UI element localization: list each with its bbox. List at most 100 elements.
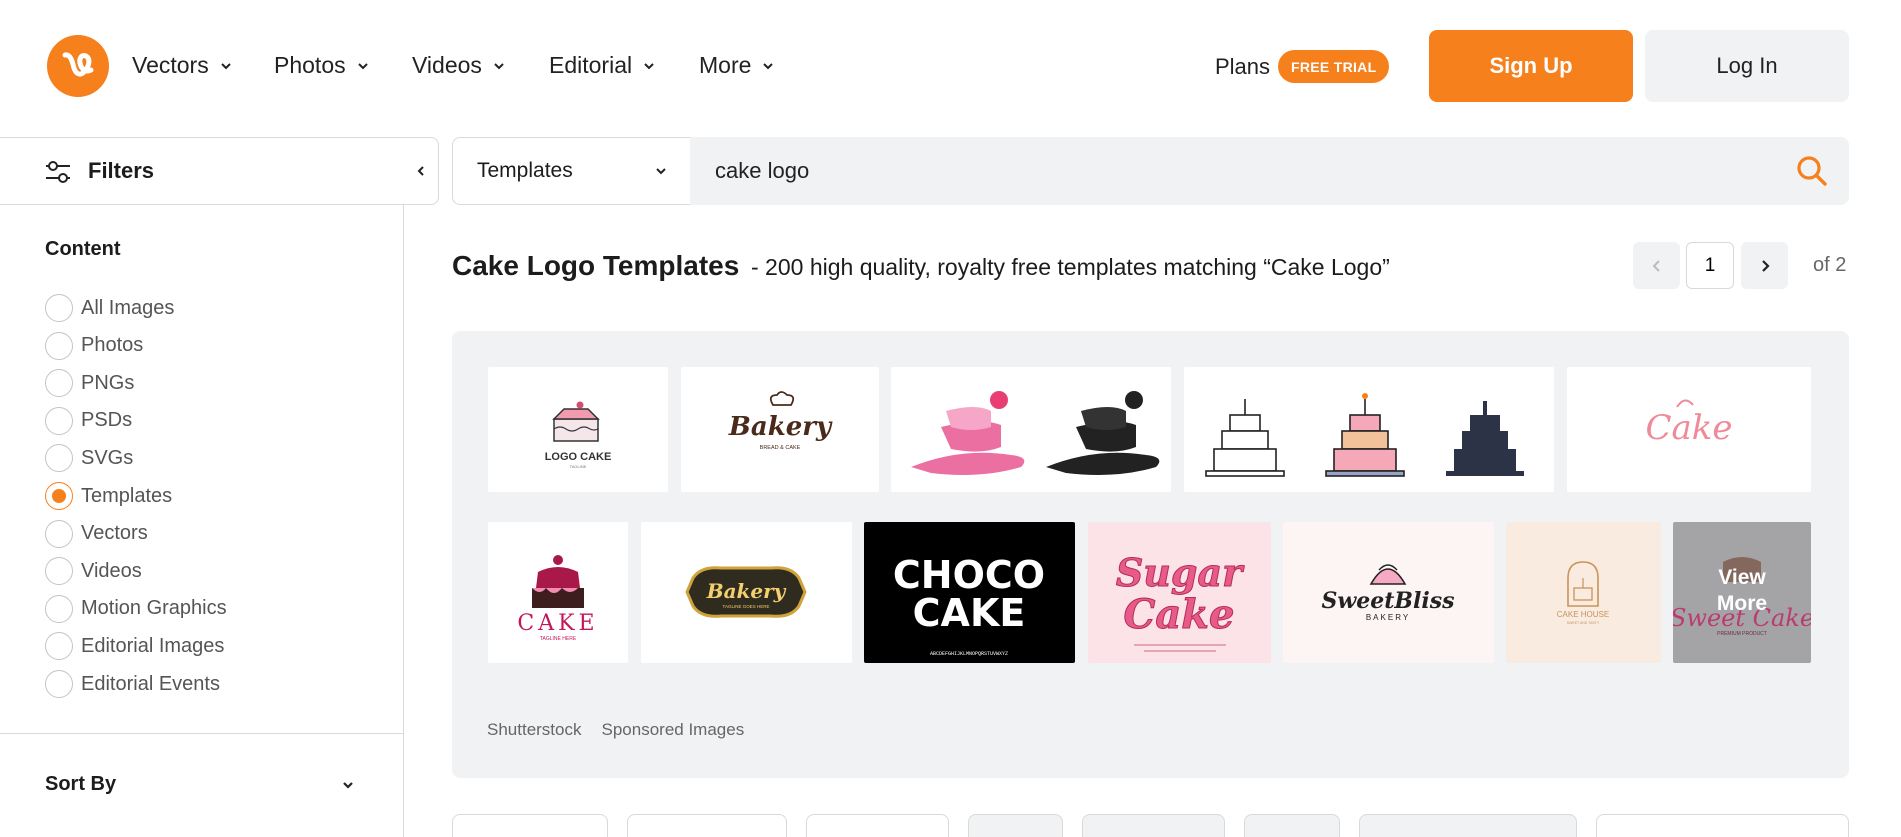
radio-button[interactable] [45,670,73,698]
plans-link[interactable]: Plans [1215,54,1270,80]
radio-button[interactable] [45,444,73,473]
radio-button[interactable] [45,557,73,586]
radio-button[interactable] [45,632,73,661]
sugar-line-2: Cake [1124,591,1235,638]
filters-sliders-icon [46,161,70,183]
view-more-tile[interactable]: Sweet Cake PREMIUM PRODUCT View More [1673,522,1811,663]
result-card[interactable] [1359,814,1577,837]
sweet-bliss-text: SweetBliss [1321,588,1454,614]
vecteezy-v-icon [62,52,94,77]
result-card[interactable] [806,814,949,837]
sort-by-toggle[interactable]: Sort By [45,773,355,796]
chevron-down-icon [656,168,666,175]
results-title: Cake Logo Templates [452,250,740,281]
cake-slice-logo-image: LOGO CAKE TAGLINE [545,401,612,469]
content-filter-label: Photos [81,334,144,357]
content-filter-option[interactable]: All Images [45,294,174,322]
result-card[interactable] [1596,814,1849,837]
content-filter-option[interactable]: Photos [45,331,144,360]
content-filter-option[interactable]: SVGs [45,444,133,473]
cake-serif-text: CAKE [517,611,598,636]
nav-videos[interactable]: Videos [412,52,506,79]
result-card[interactable] [452,814,608,837]
chevron-down-icon [357,62,368,69]
chevron-left-icon [417,166,424,176]
content-filter-label: PSDs [81,409,133,432]
next-page-button[interactable] [1741,242,1788,289]
nav-photos[interactable]: Photos [274,52,370,79]
page-number-input[interactable] [1686,242,1734,289]
content-filter-label: Editorial Events [81,672,220,695]
result-card[interactable] [968,814,1063,837]
radio-button[interactable] [45,482,73,510]
log-in-button[interactable]: Log In [1645,30,1849,102]
search-type-select[interactable]: Templates [452,137,691,205]
sponsored-tile-logo-cake[interactable]: LOGO CAKE TAGLINE [488,367,668,492]
result-card[interactable] [1244,814,1340,837]
filters-header[interactable]: Filters [0,137,404,205]
nav-editorial[interactable]: Editorial [549,52,656,79]
cake-house-logo-image: CAKE HOUSE SWEET AND TASTY [1557,561,1609,625]
sponsored-tile-tiered-cakes[interactable] [1184,367,1554,492]
content-filter-option[interactable]: Editorial Events [45,670,220,698]
search-input[interactable] [690,137,1849,205]
search-icon[interactable] [1796,155,1828,187]
sign-up-button[interactable]: Sign Up [1429,30,1633,102]
sidebar-divider [0,733,404,734]
result-card[interactable] [1082,814,1225,837]
content-filter-option[interactable]: Editorial Images [45,632,225,661]
content-filter-option[interactable]: Vectors [45,519,148,548]
sugar-cake-font-image: Sugar Cake [1115,550,1246,652]
content-filter-option[interactable]: Motion Graphics [45,594,227,623]
nav-more[interactable]: More [699,52,775,79]
content-filter-option[interactable]: PNGs [45,369,135,398]
content-filter-label: PNGs [81,371,135,394]
choco-cake-font-image: CHOCO CAKE ABCDEFGHIJKLMNOPQRSTUVWXYZ [893,553,1045,657]
content-filter-option[interactable]: Videos [45,557,142,586]
logo-cake-text: LOGO CAKE [545,451,612,463]
results-subtitle: - 200 high quality, royalty free templat… [751,254,1390,280]
radio-button[interactable] [45,294,73,322]
chevron-down-icon [494,62,504,69]
cake-house-text: CAKE HOUSE [1557,610,1609,619]
nav-more-label: More [699,52,752,78]
bakery-logo-image: Bakery BREAD & CAKE [728,391,833,451]
sponsored-tile-cake-script[interactable]: Cake [1567,367,1811,492]
sponsored-tile-cake-silhouettes[interactable] [891,367,1171,492]
radio-button[interactable] [45,519,73,548]
collapse-sidebar-button[interactable] [403,137,439,205]
sponsored-tile-cake-house[interactable]: CAKE HOUSE SWEET AND TASTY [1506,522,1661,663]
radio-button[interactable] [45,594,73,623]
sweet-bliss-tagline: BAKERY [1366,613,1410,622]
sponsored-tile-bakery[interactable]: Bakery BREAD & CAKE [681,367,879,492]
content-filter-option[interactable]: PSDs [45,406,133,435]
chevron-right-icon [1761,259,1770,272]
sponsored-tile-cake-serif[interactable]: CAKE TAGLINE HERE [488,522,628,663]
search-type-label: Templates [477,159,573,182]
content-filter-label: Templates [81,484,173,507]
sponsored-tile-sugar-cake[interactable]: Sugar Cake [1088,522,1271,663]
bakery-text: Bakery [728,412,833,442]
radio-button[interactable] [45,406,73,435]
choco-alphabet: ABCDEFGHIJKLMNOPQRSTUVWXYZ [930,651,1008,657]
radio-button[interactable] [45,369,73,398]
content-filter-option[interactable]: Templates [45,482,172,510]
nav-photos-label: Photos [274,52,346,78]
sponsored-tile-choco-cake[interactable]: CHOCO CAKE ABCDEFGHIJKLMNOPQRSTUVWXYZ [864,522,1075,663]
chevron-down-icon [343,781,353,789]
content-filter-label: Videos [81,559,142,582]
sort-by-label: Sort By [45,773,117,795]
free-trial-badge[interactable]: FREE TRIAL [1278,50,1390,83]
cake-house-tagline: SWEET AND TASTY [1567,621,1600,625]
sponsored-tile-sweet-bliss[interactable]: SweetBliss BAKERY [1283,522,1494,663]
site-header: Vectors Photos Videos Editorial More Pla… [0,0,1901,137]
result-card[interactable] [627,814,787,837]
prev-page-button[interactable] [1633,242,1680,289]
radio-button[interactable] [45,331,73,360]
sponsored-tile-bakery-badge[interactable]: Bakery TAGLINE GOES HERE [641,522,852,663]
cake-serif-tagline: TAGLINE HERE [540,636,577,642]
nav-vectors[interactable]: Vectors [132,52,233,79]
content-filter-label: Editorial Images [81,634,225,657]
view-more-line-2: More [1717,592,1767,615]
brand-logo[interactable] [47,35,109,97]
